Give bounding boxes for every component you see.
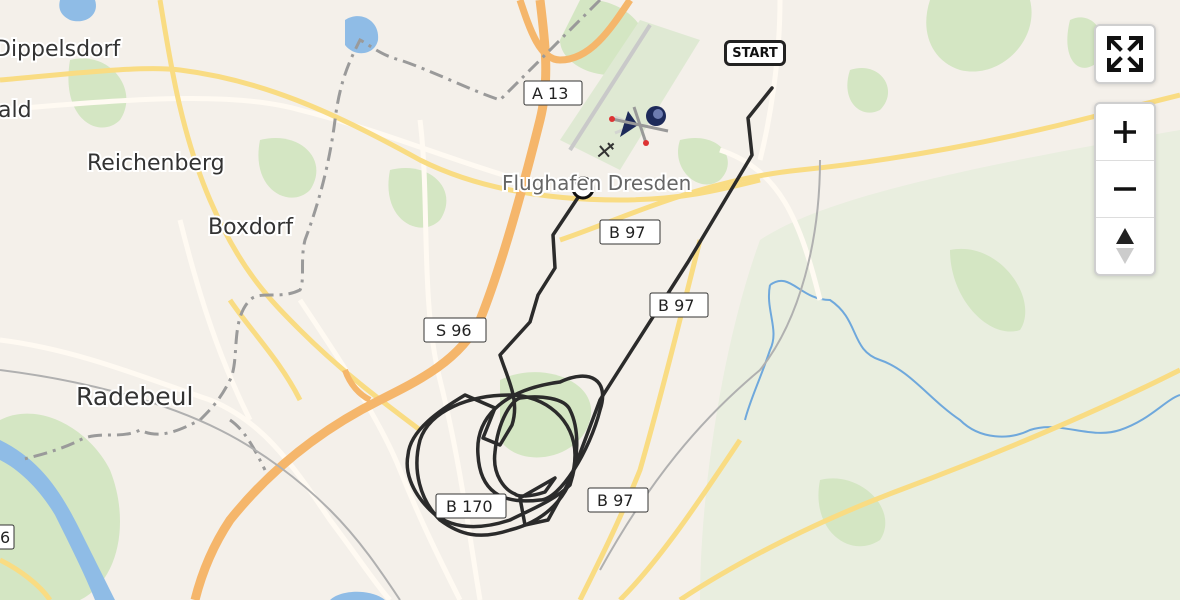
road-shield-b170: B 170 (435, 493, 507, 519)
plus-icon (1114, 121, 1136, 143)
minus-icon (1114, 187, 1136, 191)
road-shield-b97: B 97 (587, 487, 649, 513)
zoom-controls (1094, 102, 1156, 276)
road-shield-s96: S 96 (423, 317, 487, 343)
svg-text:S 96: S 96 (436, 321, 472, 340)
svg-text:A 13: A 13 (532, 84, 568, 103)
road-shield-b97: B 97 (599, 219, 661, 245)
svg-text:B 170: B 170 (446, 497, 493, 516)
zoom-in-button[interactable] (1096, 104, 1154, 160)
compass-icon (1116, 228, 1134, 264)
road-shield-partial: 6 (0, 524, 15, 550)
place-label: Boxdorf (208, 215, 294, 240)
svg-text:6: 6 (0, 528, 10, 547)
road-shield-a13: A 13 (523, 80, 583, 106)
road-shield-b97: B 97 (649, 292, 709, 318)
zoom-out-button[interactable] (1096, 160, 1154, 217)
svg-text:B 97: B 97 (658, 296, 694, 315)
airport-label: Flughafen Dresden (502, 171, 691, 195)
place-label: Dippelsdorf (0, 37, 122, 62)
fullscreen-icon (1107, 36, 1143, 72)
place-label: ald (0, 98, 32, 123)
compass-button[interactable] (1096, 217, 1154, 274)
place-label: Radebeul (76, 382, 193, 411)
fullscreen-button[interactable] (1096, 26, 1154, 82)
svg-text:B 97: B 97 (597, 491, 633, 510)
place-label: Reichenberg (87, 151, 225, 176)
svg-text:B 97: B 97 (609, 223, 645, 242)
map-canvas[interactable]: Dippelsdorf ald Reichenberg Boxdorf Rade… (0, 0, 1180, 600)
fullscreen-control (1094, 24, 1156, 84)
start-label: START (724, 40, 786, 66)
